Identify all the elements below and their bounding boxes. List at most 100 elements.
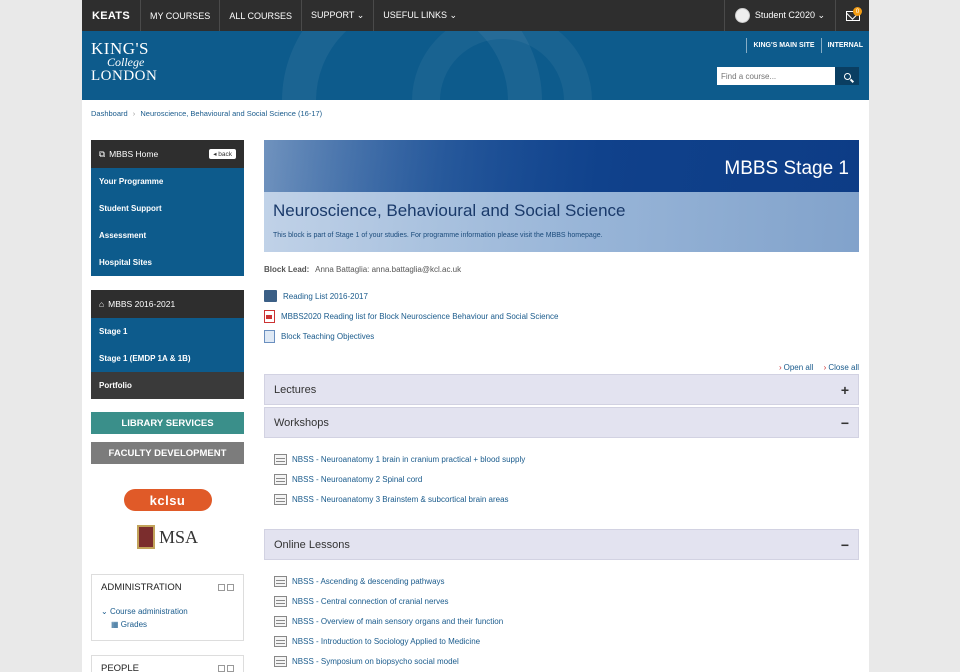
lesson-icon: [274, 575, 287, 587]
section-lectures[interactable]: Lectures +: [264, 374, 859, 405]
nav-my-courses[interactable]: MY COURSES: [141, 0, 221, 31]
mbbs-home-block: ⧉ MBBS Home ◂ back Your Programme Studen…: [91, 140, 244, 276]
msa-crest-icon: [136, 525, 155, 549]
sidebar-item-hospital-sites[interactable]: Hospital Sites: [91, 249, 244, 276]
resource-item[interactable]: MBBS2020 Reading list for Block Neurosci…: [264, 306, 859, 326]
top-navbar: KEATS MY COURSES ALL COURSES SUPPORT ⌄ U…: [82, 0, 869, 31]
activity-item[interactable]: NBSS - Central connection of cranial ner…: [264, 591, 859, 611]
course-title: Neuroscience, Behavioural and Social Sci…: [273, 201, 626, 220]
message-count-badge: 0: [853, 7, 862, 16]
stage-title: MBBS Stage 1: [724, 158, 849, 179]
sidebar-item-portfolio[interactable]: Portfolio: [91, 372, 244, 399]
resource-label[interactable]: Block Teaching Objectives: [281, 332, 374, 341]
library-services-button[interactable]: LIBRARY SERVICES: [91, 412, 244, 434]
activity-item[interactable]: NBSS - Neuroanatomy 3 Brainstem & subcor…: [264, 489, 859, 509]
section-title: Lectures: [274, 383, 317, 396]
block-lead-label: Block Lead:: [264, 265, 310, 274]
activity-item[interactable]: NBSS - Symposium on biopsycho social mod…: [264, 651, 859, 671]
course-search: [717, 67, 859, 85]
grades-link[interactable]: ▦ Grades: [101, 620, 234, 629]
programme-title[interactable]: MBBS 2016-2021: [108, 299, 175, 309]
people-block: PEOPLE: [91, 655, 244, 672]
kings-main-site-link[interactable]: KING'S MAIN SITE: [746, 38, 820, 53]
resource-item[interactable]: Block Teaching Objectives: [264, 326, 859, 346]
dock-icon[interactable]: [227, 584, 234, 591]
mbbs-home-title[interactable]: MBBS Home: [109, 149, 158, 159]
messages-button[interactable]: 0: [835, 0, 869, 31]
sidebar-item-stage-1-emdp[interactable]: Stage 1 (EMDP 1A & 1B): [91, 345, 244, 372]
activity-item[interactable]: NBSS - Ascending & descending pathways: [264, 571, 859, 591]
lesson-icon: [274, 493, 287, 505]
block-lead: Block Lead: Anna Battaglia: anna.battagl…: [264, 265, 859, 274]
sidebar-item-your-programme[interactable]: Your Programme: [91, 168, 244, 195]
home-icon: ⧉: [99, 148, 106, 159]
resource-item[interactable]: Reading List 2016-2017: [264, 286, 859, 306]
book-icon: [264, 290, 277, 302]
avatar: [734, 8, 750, 23]
activity-item[interactable]: NBSS - Neuroanatomy 2 Spinal cord: [264, 469, 859, 489]
people-title: PEOPLE: [101, 663, 140, 672]
minimize-icon[interactable]: [218, 665, 225, 672]
close-all-link[interactable]: › Close all: [824, 363, 859, 372]
breadcrumb: Dashboard › Neuroscience, Behavioural an…: [91, 109, 322, 118]
lesson-icon: [274, 635, 287, 647]
kings-college-logo[interactable]: KING'S College LONDON: [91, 40, 158, 84]
logo-line-2: College: [107, 55, 145, 70]
sidebar-item-assessment[interactable]: Assessment: [91, 222, 244, 249]
activity-item[interactable]: NBSS - Overview of main sensory organs a…: [264, 611, 859, 631]
activity-item[interactable]: NBSS - Introduction to Sociology Applied…: [264, 631, 859, 651]
kclsu-logo[interactable]: kclsu: [123, 489, 212, 511]
msa-logo[interactable]: MSA: [128, 523, 208, 551]
lesson-icon: [274, 473, 287, 485]
lesson-icon: [274, 655, 287, 667]
breadcrumb-dashboard[interactable]: Dashboard: [91, 109, 128, 118]
minimize-icon[interactable]: [218, 584, 225, 591]
collapse-icon[interactable]: −: [841, 537, 849, 553]
collapse-icon[interactable]: −: [841, 415, 849, 431]
breadcrumb-separator: ›: [132, 109, 136, 118]
block-lead-value: Anna Battaglia: anna.battaglia@kcl.ac.uk: [315, 265, 462, 274]
pdf-icon: [264, 309, 275, 323]
msa-text: MSA: [158, 526, 198, 547]
nav-all-courses[interactable]: ALL COURSES: [220, 0, 303, 31]
nav-support[interactable]: SUPPORT ⌄: [302, 0, 375, 31]
lesson-icon: [274, 615, 287, 627]
search-input[interactable]: [717, 67, 835, 85]
house-icon: ⌂: [99, 299, 105, 309]
section-online-lessons[interactable]: Online Lessons −: [264, 529, 859, 560]
back-button[interactable]: ◂ back: [209, 149, 236, 159]
lesson-icon: [274, 453, 287, 465]
open-close-controls: › Open all › Close all: [264, 363, 859, 372]
activity-item[interactable]: NBSS - Neuroanatomy 1 brain in cranium p…: [264, 449, 859, 469]
sidebar: ⧉ MBBS Home ◂ back Your Programme Studen…: [91, 140, 244, 672]
course-subtitle: This block is part of Stage 1 of your st…: [273, 232, 603, 239]
logo-line-3: LONDON: [91, 67, 158, 84]
course-administration-link[interactable]: ⌄ Course administration: [101, 607, 234, 616]
doc-icon: [264, 329, 275, 343]
main-content: MBBS Stage 1 Neuroscience, Behavioural a…: [264, 140, 859, 671]
nav-useful-links[interactable]: USEFUL LINKS ⌄: [374, 0, 466, 31]
search-button[interactable]: [835, 67, 859, 85]
section-workshops[interactable]: Workshops −: [264, 407, 859, 438]
brand-logo[interactable]: KEATS: [82, 0, 141, 31]
resource-label[interactable]: Reading List 2016-2017: [283, 292, 368, 301]
lesson-icon: [274, 595, 287, 607]
site-header: KING'S College LONDON KING'S MAIN SITE I…: [82, 31, 869, 100]
user-name: Student C2020 ⌄: [754, 10, 825, 20]
sidebar-item-student-support[interactable]: Student Support: [91, 195, 244, 222]
programme-block: ⌂ MBBS 2016-2021 Stage 1 Stage 1 (EMDP 1…: [91, 290, 244, 399]
faculty-development-button[interactable]: FACULTY DEVELOPMENT: [91, 442, 244, 464]
breadcrumb-current[interactable]: Neuroscience, Behavioural and Social Sci…: [140, 109, 322, 118]
open-all-link[interactable]: › Open all: [779, 363, 813, 372]
expand-icon[interactable]: +: [841, 382, 849, 398]
header-swirl-decoration: [412, 31, 592, 100]
resource-label[interactable]: MBBS2020 Reading list for Block Neurosci…: [281, 312, 558, 321]
internal-link[interactable]: INTERNAL: [820, 38, 869, 53]
page: KEATS MY COURSES ALL COURSES SUPPORT ⌄ U…: [82, 0, 869, 672]
workshops-activities: NBSS - Neuroanatomy 1 brain in cranium p…: [264, 438, 859, 527]
dock-icon[interactable]: [227, 665, 234, 672]
user-menu[interactable]: Student C2020 ⌄: [723, 0, 835, 31]
course-banner: MBBS Stage 1 Neuroscience, Behavioural a…: [264, 140, 859, 252]
sidebar-item-stage-1[interactable]: Stage 1: [91, 318, 244, 345]
section-title: Workshops: [274, 416, 329, 429]
